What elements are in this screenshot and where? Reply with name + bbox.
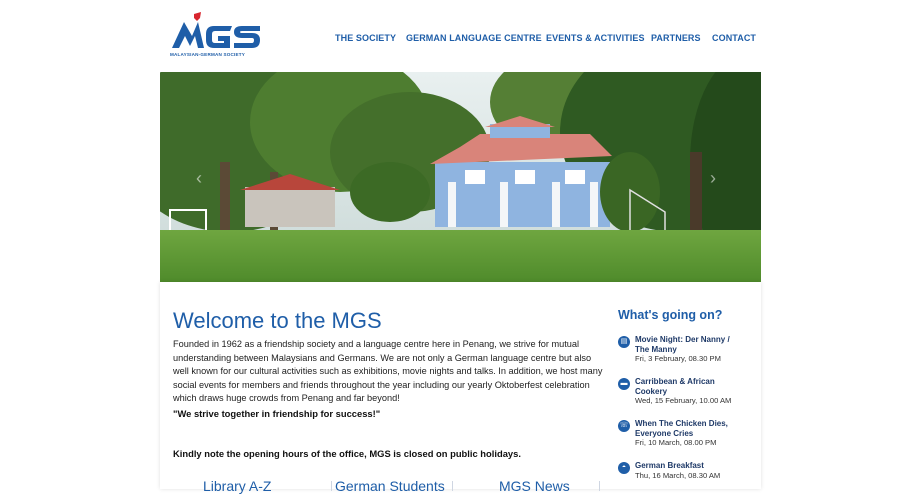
event-date: Thu, 16 March, 08.30 AM xyxy=(635,471,721,480)
nav-german-language-centre[interactable]: GERMAN LANGUAGE CENTRE xyxy=(406,33,542,43)
slider-prev-button[interactable]: ‹ xyxy=(196,168,202,189)
sidebar-title: What's going on? xyxy=(618,308,723,322)
event-date: Fri, 10 March, 08.00 PM xyxy=(635,438,717,447)
opening-hours-note: Kindly note the opening hours of the off… xyxy=(173,448,521,459)
cooking-icon: ▬ xyxy=(618,378,630,390)
quicklink-library[interactable]: Library A-Z xyxy=(203,478,271,494)
event-date: Fri, 3 February, 08.30 PM xyxy=(635,354,721,363)
event-title[interactable]: Movie Night: Der Nanny / The Manny xyxy=(635,335,745,354)
nav-the-society[interactable]: THE SOCIETY xyxy=(335,33,396,43)
nav-contact[interactable]: CONTACT xyxy=(712,33,756,43)
nav-partners[interactable]: PARTNERS xyxy=(651,33,701,43)
event-date: Wed, 15 February, 10.00 AM xyxy=(635,396,732,405)
film-icon: ▤ xyxy=(618,336,630,348)
chat-icon: ☏ xyxy=(618,420,630,432)
event-title[interactable]: German Breakfast xyxy=(635,461,745,471)
mgs-logo-mark xyxy=(172,12,260,48)
quicklink-divider xyxy=(331,481,332,491)
motto-text: "We strive together in friendship for su… xyxy=(173,408,381,419)
main-content: Welcome to the MGS Founded in 1962 as a … xyxy=(160,282,761,494)
logo-tagline: MALAYSIAN-GERMAN SOCIETY xyxy=(170,52,246,57)
slider-next-button[interactable]: › xyxy=(710,168,716,189)
quicklink-mgs-news[interactable]: MGS News xyxy=(499,478,570,494)
event-title[interactable]: Carribbean & African Cookery xyxy=(635,377,745,396)
nav-events-activities[interactable]: EVENTS & ACTIVITIES xyxy=(546,33,645,43)
hero-image xyxy=(160,72,761,282)
mgs-logo[interactable]: MALAYSIAN-GERMAN SOCIETY xyxy=(170,12,262,60)
quicklink-divider xyxy=(599,481,600,491)
quicklink-german-students[interactable]: German Students xyxy=(335,478,445,494)
hero-slider: ‹ › xyxy=(160,72,761,282)
intro-paragraph: Founded in 1962 as a friendship society … xyxy=(173,339,603,404)
event-title[interactable]: When The Chicken Dies, Everyone Cries xyxy=(635,419,745,438)
quick-links: Library A-Z German Students MGS News xyxy=(173,478,600,494)
breakfast-icon: ◓ xyxy=(618,462,630,474)
page-title: Welcome to the MGS xyxy=(173,308,382,333)
quicklink-divider xyxy=(452,481,453,491)
site-header: MALAYSIAN-GERMAN SOCIETY THE SOCIETY GER… xyxy=(0,0,921,72)
